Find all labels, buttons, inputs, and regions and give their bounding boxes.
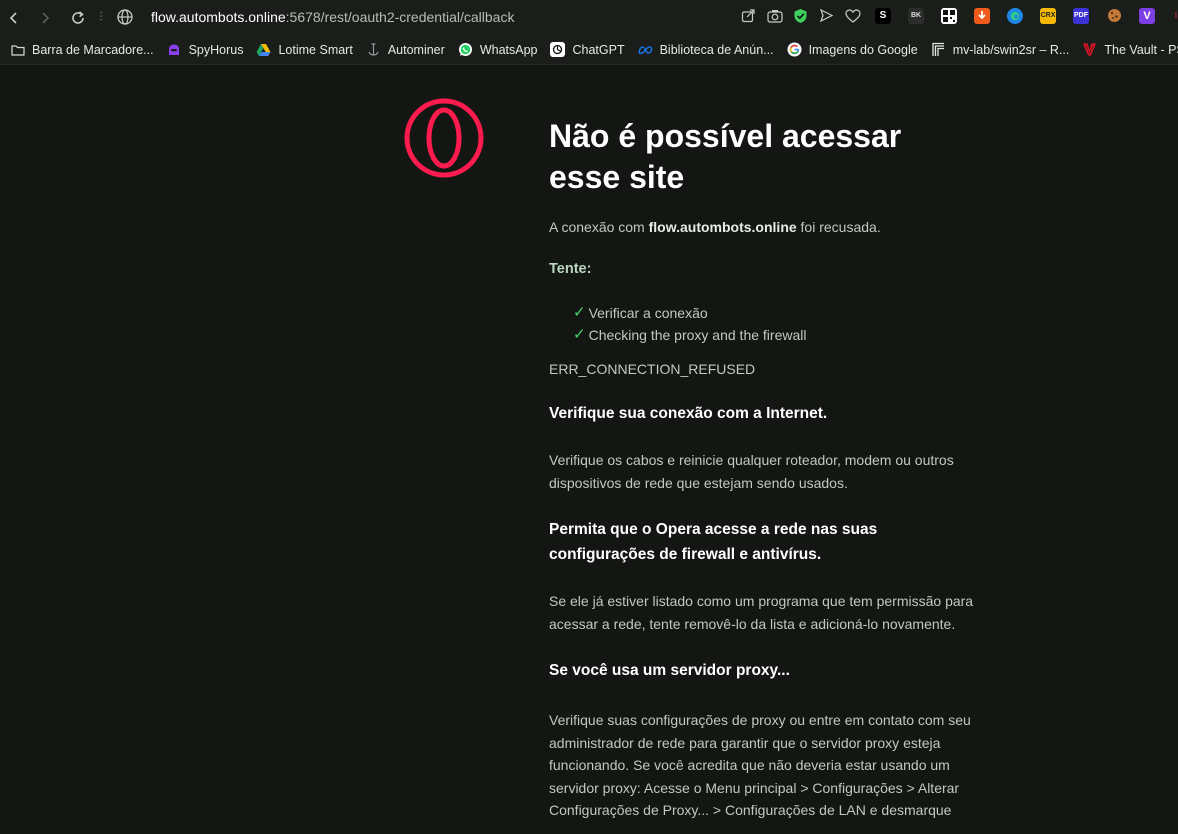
extension-download-icon[interactable] bbox=[974, 7, 990, 24]
section-body-proxy: Verifique suas configurações de proxy ou… bbox=[549, 712, 971, 818]
extension-bk-icon[interactable]: BK bbox=[908, 7, 924, 24]
url-field[interactable]: flow.autombots.online:5678/rest/oauth2-c… bbox=[151, 9, 514, 25]
list-item[interactable]: ✓ Checking the proxy and the firewall bbox=[573, 324, 974, 346]
reload-icon bbox=[72, 11, 84, 24]
whatsapp-icon bbox=[458, 42, 473, 57]
opera-logo-icon bbox=[403, 97, 485, 179]
separator-icon: ⁝ bbox=[99, 8, 104, 24]
url-path: :5678/rest/oauth2-credential/callback bbox=[285, 9, 515, 25]
suggestion-text[interactable]: Checking the proxy and the firewall bbox=[589, 324, 807, 346]
subtitle-host: flow.autombots.online bbox=[648, 219, 797, 235]
bookmark-spyhorus[interactable]: SpyHorus bbox=[167, 42, 244, 57]
replicate-icon bbox=[931, 42, 946, 57]
globe-icon[interactable] bbox=[116, 8, 134, 26]
list-item[interactable]: ✓ Verificar a conexão bbox=[573, 302, 974, 324]
section-heading-internet: Verifique sua conexão com a Internet. bbox=[549, 405, 828, 422]
chatgpt-icon bbox=[550, 42, 566, 57]
folder-icon bbox=[10, 42, 25, 57]
extension-red-icon[interactable]: ⁞ bbox=[1172, 8, 1178, 24]
bookmark-the-vault[interactable]: The Vault - PS2 - Se bbox=[1082, 42, 1178, 57]
reload-button[interactable] bbox=[64, 4, 92, 32]
section-heading-firewall: Permita que o Opera acesse a rede nas su… bbox=[549, 521, 878, 563]
bookmark-folder[interactable]: Barra de Marcadore... bbox=[10, 42, 154, 57]
send-icon[interactable] bbox=[818, 7, 835, 24]
bookmark-label: Imagens do Google bbox=[808, 42, 918, 57]
error-code: ERR_CONNECTION_REFUSED bbox=[549, 361, 756, 377]
google-icon bbox=[787, 42, 802, 57]
bookmark-chatgpt[interactable]: ChatGPT bbox=[550, 42, 625, 57]
suggestion-text[interactable]: Verificar a conexão bbox=[589, 302, 708, 324]
chevron-left-icon bbox=[9, 12, 17, 24]
meta-icon bbox=[638, 42, 653, 57]
try-label: Tente: bbox=[549, 261, 592, 277]
vault-icon bbox=[1082, 42, 1097, 57]
bookmark-label: Biblioteca de Anún... bbox=[659, 42, 774, 57]
spyhorus-icon bbox=[167, 42, 182, 57]
bookmark-label: Barra de Marcadore... bbox=[32, 42, 154, 57]
bookmark-lotime-smart[interactable]: Lotime Smart bbox=[256, 42, 353, 57]
page-title: Não é possível acessar esse site bbox=[549, 118, 902, 195]
anchor-icon bbox=[366, 42, 381, 57]
check-icon: ✓ bbox=[573, 326, 586, 343]
share-icon[interactable] bbox=[740, 7, 757, 24]
bookmark-biblioteca[interactable]: Biblioteca de Anún... bbox=[638, 42, 774, 57]
back-button[interactable] bbox=[0, 4, 28, 32]
toolbar-icons: S BK CRX PDF V ⁞ bbox=[740, 7, 1178, 24]
bookmarks-bar: Barra de Marcadore... SpyHorus Lotime Sm… bbox=[0, 35, 1178, 65]
google-drive-icon bbox=[256, 42, 271, 57]
bookmark-label: WhatsApp bbox=[479, 42, 538, 57]
bookmark-autominer[interactable]: Autominer bbox=[366, 42, 445, 57]
chevron-right-icon bbox=[42, 12, 50, 24]
bookmark-label: Autominer bbox=[387, 42, 445, 57]
extension-s-icon[interactable]: S bbox=[875, 7, 891, 24]
bookmark-whatsapp[interactable]: WhatsApp bbox=[458, 42, 538, 57]
error-subtitle: A conexão com flow.autombots.online foi … bbox=[549, 217, 974, 237]
url-host: flow.autombots.online bbox=[151, 9, 286, 25]
bookmark-label: SpyHorus bbox=[188, 42, 244, 57]
bookmark-label: Lotime Smart bbox=[278, 42, 353, 57]
extension-edge-icon[interactable] bbox=[1007, 7, 1023, 24]
subtitle-suffix: foi recusada. bbox=[796, 219, 881, 235]
bookmark-label: The Vault - PS2 - Se bbox=[1104, 42, 1178, 57]
subtitle-prefix: A conexão com bbox=[549, 219, 649, 235]
section-body-firewall: Se ele já estiver listado como um progra… bbox=[549, 593, 974, 632]
section-body-internet: Verifique os cabos e reinicie qualquer r… bbox=[549, 452, 954, 491]
forward-button[interactable] bbox=[31, 4, 59, 32]
bookmark-imagens-google[interactable]: Imagens do Google bbox=[787, 42, 918, 57]
extension-v-icon[interactable]: V bbox=[1139, 7, 1155, 24]
bookmark-mv-lab[interactable]: mv-lab/swin2sr – R... bbox=[931, 42, 1070, 57]
bookmark-label: mv-lab/swin2sr – R... bbox=[952, 42, 1070, 57]
section-heading-proxy: Se você usa um servidor proxy... bbox=[549, 662, 790, 679]
shield-check-icon[interactable] bbox=[792, 7, 809, 24]
camera-icon[interactable] bbox=[766, 7, 783, 24]
suggestion-list: ✓ Verificar a conexão ✓ Checking the proxy… bbox=[573, 302, 974, 346]
cookie-icon[interactable] bbox=[1106, 8, 1122, 24]
bookmark-label: ChatGPT bbox=[572, 42, 625, 57]
extension-crx-icon[interactable]: CRX bbox=[1040, 7, 1056, 24]
extension-qr-icon[interactable] bbox=[941, 7, 957, 24]
heart-icon[interactable] bbox=[844, 7, 861, 24]
address-bar: ⁝ flow.autombots.online:5678/rest/oauth2… bbox=[0, 0, 1178, 35]
check-icon: ✓ bbox=[573, 304, 586, 321]
error-content: Não é possível acessar esse site A conex… bbox=[549, 116, 974, 822]
extension-purple-icon[interactable]: PDF bbox=[1073, 7, 1089, 24]
